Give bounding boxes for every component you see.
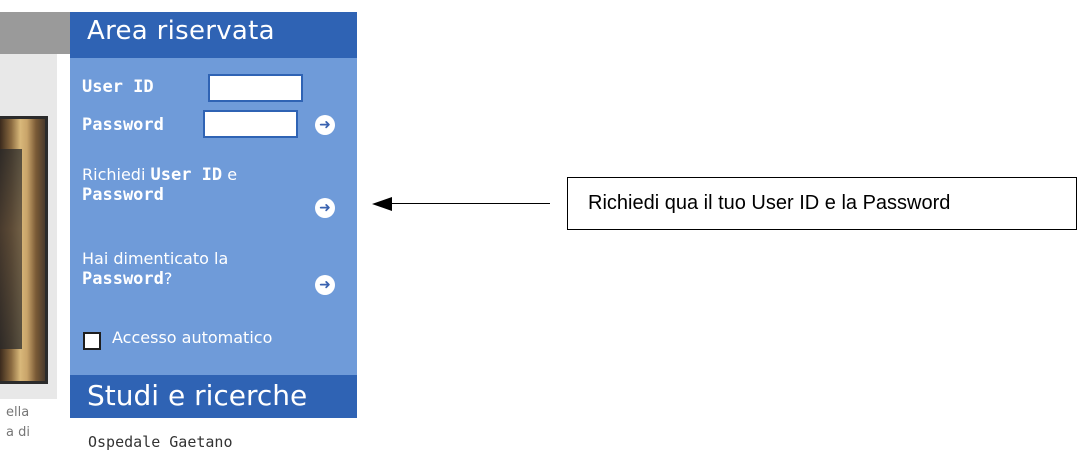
request-user-id: User ID: [150, 165, 223, 185]
login-panel-title: Area riservata: [87, 16, 275, 46]
studies-title: Studi e ricerche: [87, 379, 308, 412]
login-panel: Area riservata User ID Password ➜ Richie…: [70, 12, 357, 375]
forgot-question: ?: [163, 269, 173, 288]
request-text: Richiedi: [82, 165, 146, 184]
annotation-arrow-head: [372, 197, 392, 211]
forgot-password-button[interactable]: ➜: [315, 275, 335, 295]
photo-image: [0, 116, 48, 384]
user-id-label: User ID: [82, 77, 154, 97]
arrow-right-icon: ➜: [319, 200, 331, 216]
request-and: e: [227, 165, 238, 184]
auto-login-label: Accesso automatico: [112, 328, 273, 347]
left-header-bar: [0, 12, 70, 54]
studies-header: Studi e ricerche: [70, 375, 357, 418]
studies-text-line: Ospedale Gaetano: [88, 433, 233, 451]
left-text-fragment-2: a di: [6, 425, 30, 440]
forgot-text: Hai dimenticato la: [82, 249, 229, 268]
arrow-right-icon: ➜: [319, 277, 331, 293]
password-label: Password: [82, 115, 164, 135]
auto-login-checkbox[interactable]: [83, 332, 101, 350]
annotation-callout-text: Richiedi qua il tuo User ID e la Passwor…: [588, 192, 951, 214]
password-input[interactable]: [203, 110, 298, 138]
annotation-callout: Richiedi qua il tuo User ID e la Passwor…: [567, 177, 1077, 230]
photo-shade: [0, 149, 22, 349]
request-credentials-text[interactable]: Richiedi User ID e Password: [82, 165, 237, 205]
left-text-fragment-1: ella: [6, 405, 30, 420]
request-password: Password: [82, 185, 164, 205]
login-panel-header: Area riservata: [70, 12, 357, 58]
arrow-right-icon: ➜: [319, 117, 331, 133]
login-go-button[interactable]: ➜: [315, 115, 335, 135]
annotation-arrow-line: [390, 203, 550, 204]
forgot-password-text[interactable]: Hai dimenticato la Password?: [82, 249, 228, 289]
request-credentials-button[interactable]: ➜: [315, 198, 335, 218]
forgot-password: Password: [82, 269, 164, 289]
user-id-input[interactable]: [208, 74, 303, 102]
